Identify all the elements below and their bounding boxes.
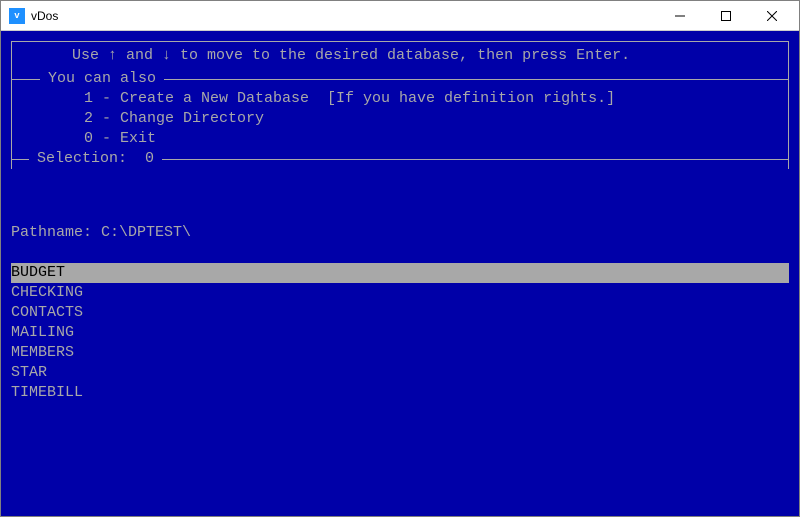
pathname-value: C:\DPTEST\ <box>101 224 191 241</box>
menu-legend-row: You can also <box>12 69 788 89</box>
database-item[interactable]: BUDGET <box>11 263 789 283</box>
pathname-label: Pathname: <box>11 224 101 241</box>
menu-option-1[interactable]: 1 - Create a New Database [If you have d… <box>12 89 788 109</box>
maximize-button[interactable] <box>703 1 749 31</box>
instruction-text: Use ↑ and ↓ to move to the desired datab… <box>72 46 630 66</box>
database-item[interactable]: MEMBERS <box>11 343 789 363</box>
app-icon: v <box>9 8 25 24</box>
selection-input[interactable]: Selection: 0 <box>29 149 162 169</box>
minimize-button[interactable] <box>657 1 703 31</box>
close-button[interactable] <box>749 1 795 31</box>
menu-box: You can also 1 - Create a New Database [… <box>11 69 789 169</box>
database-item[interactable]: CONTACTS <box>11 303 789 323</box>
dos-screen[interactable]: Use ↑ and ↓ to move to the desired datab… <box>1 31 799 516</box>
app-window: v vDos Use ↑ and ↓ to move to the desire… <box>0 0 800 517</box>
database-item[interactable]: STAR <box>11 363 789 383</box>
instruction-box: Use ↑ and ↓ to move to the desired datab… <box>11 41 789 69</box>
database-list[interactable]: BUDGETCHECKINGCONTACTSMAILINGMEMBERSSTAR… <box>11 263 789 403</box>
database-item[interactable]: MAILING <box>11 323 789 343</box>
menu-option-0[interactable]: 0 - Exit <box>12 129 788 149</box>
menu-option-2[interactable]: 2 - Change Directory <box>12 109 788 129</box>
selection-row: Selection: 0 <box>11 149 789 169</box>
database-item[interactable]: TIMEBILL <box>11 383 789 403</box>
database-item[interactable]: CHECKING <box>11 283 789 303</box>
window-controls <box>657 1 795 31</box>
pathname-line: Pathname: C:\DPTEST\ <box>11 223 789 243</box>
menu-legend: You can also <box>40 69 164 89</box>
titlebar: v vDos <box>1 1 799 31</box>
window-title: vDos <box>31 9 657 23</box>
